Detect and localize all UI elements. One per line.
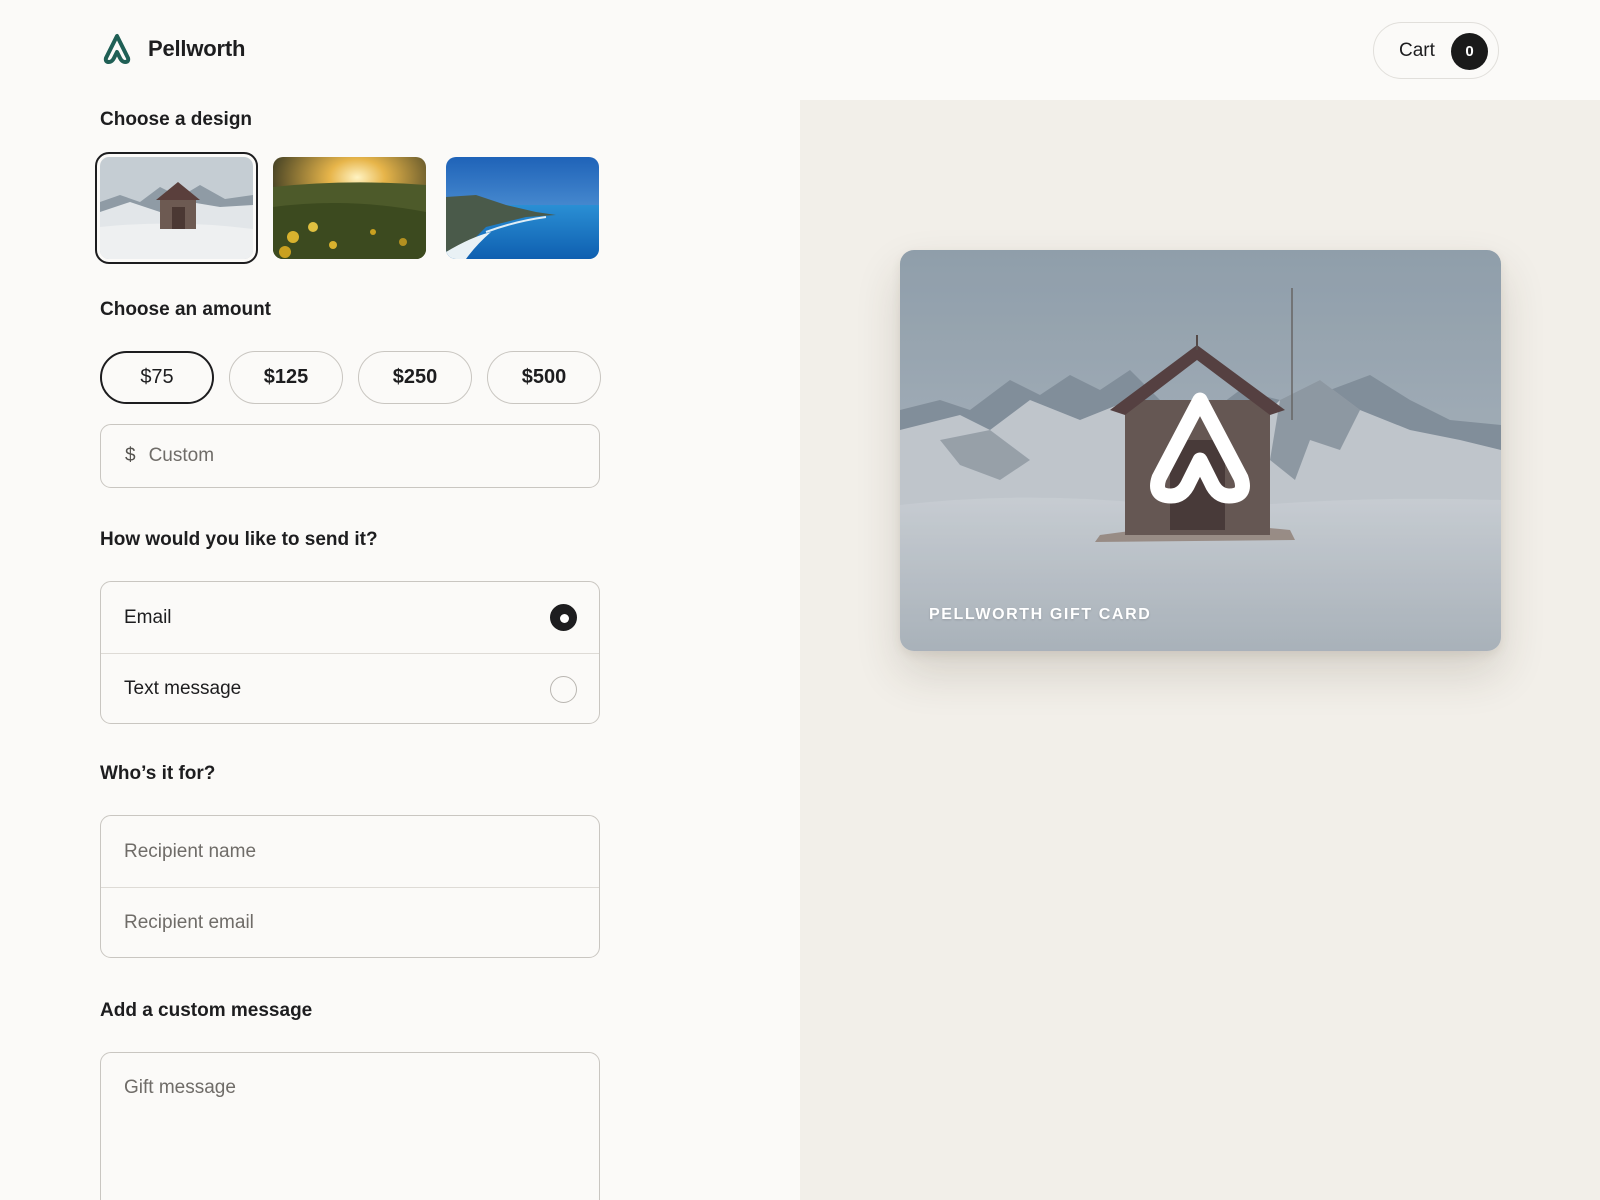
- meadow-sunset-thumbnail: [273, 157, 426, 259]
- delivery-method-group: Email Text message: [100, 581, 600, 724]
- design-options: [95, 152, 619, 264]
- amount-button-250[interactable]: $250: [358, 351, 472, 404]
- gift-card-caption: PELLWORTH GIFT CARD: [929, 606, 1152, 623]
- brand[interactable]: Pellworth: [102, 33, 245, 65]
- gift-message-field[interactable]: [100, 1052, 600, 1200]
- amount-options: $75 $125 $250 $500: [100, 351, 616, 404]
- design-section-title: Choose a design: [100, 109, 253, 130]
- pellworth-logo-icon: [1150, 392, 1250, 504]
- recipient-section-title: Who’s it for?: [100, 763, 216, 784]
- recipient-fields: [100, 815, 600, 958]
- amount-section-title: Choose an amount: [100, 299, 272, 320]
- gift-message-textarea[interactable]: [101, 1053, 599, 1200]
- message-section-title: Add a custom message: [100, 1000, 313, 1021]
- mountain-cabin-thumbnail: [100, 157, 253, 259]
- custom-amount-field[interactable]: $: [100, 424, 600, 488]
- delivery-option-text-message[interactable]: Text message: [101, 653, 599, 723]
- gift-card-page: Pellworth Cart 0 PELLWORTH GIFT CARD Cho…: [0, 0, 1600, 1200]
- gift-card-preview: PELLWORTH GIFT CARD: [900, 250, 1501, 651]
- amount-button-500[interactable]: $500: [487, 351, 601, 404]
- delivery-option-label: Email: [124, 606, 172, 628]
- delivery-section-title: How would you like to send it?: [100, 529, 378, 550]
- brand-name: Pellworth: [148, 36, 246, 61]
- design-option-ocean-coast[interactable]: [446, 157, 599, 259]
- recipient-email-input[interactable]: [101, 887, 599, 957]
- radio-unchecked-icon[interactable]: [550, 676, 577, 703]
- amount-button-125[interactable]: $125: [229, 351, 343, 404]
- currency-prefix: $: [125, 445, 136, 466]
- pellworth-logo-icon: [103, 34, 131, 64]
- amount-button-75[interactable]: $75: [100, 351, 214, 404]
- recipient-name-input[interactable]: [101, 816, 599, 887]
- card-preview-panel: PELLWORTH GIFT CARD: [800, 100, 1600, 1200]
- design-option-meadow-sunset[interactable]: [273, 157, 426, 259]
- design-option-mountain-cabin[interactable]: [95, 152, 258, 264]
- delivery-option-label: Text message: [124, 678, 242, 699]
- custom-amount-input[interactable]: [148, 445, 549, 467]
- site-header: Pellworth Cart 0: [0, 0, 1600, 100]
- ocean-coast-thumbnail: [446, 157, 599, 259]
- cart-label: Cart: [1399, 39, 1435, 61]
- cart-count-badge: 0: [1451, 33, 1488, 70]
- delivery-option-email[interactable]: Email: [101, 582, 599, 653]
- cart-button[interactable]: Cart 0: [1373, 22, 1499, 79]
- radio-checked-icon[interactable]: [550, 604, 577, 631]
